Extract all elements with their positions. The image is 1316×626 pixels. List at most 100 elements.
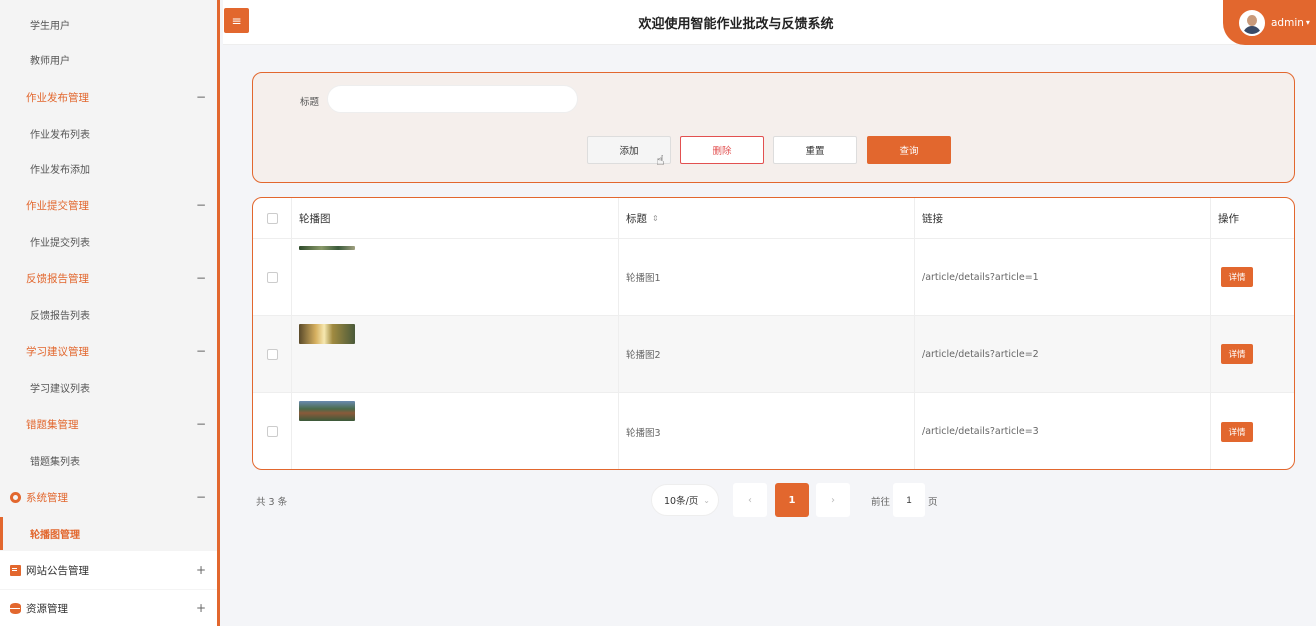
sidebar-item-label: 反馈报告列表	[30, 310, 90, 322]
sidebar-group-assignment-submit[interactable]: 作业提交管理 −	[0, 194, 217, 216]
sidebar-group-label: 作业提交管理	[26, 199, 89, 212]
prev-page-button[interactable]: ‹	[733, 483, 767, 517]
sidebar-group-label: 网站公告管理	[26, 564, 89, 577]
sidebar-item-label: 教师用户	[30, 55, 70, 67]
sidebar-group-system[interactable]: 系统管理 −	[0, 486, 217, 508]
action-cell: 详情	[1211, 393, 1294, 469]
goto-unit: 页	[928, 497, 938, 508]
sidebar-group-feedback-report[interactable]: 反馈报告管理 −	[0, 267, 217, 289]
grid-icon	[10, 92, 21, 103]
avatar	[1239, 9, 1265, 36]
gear-icon	[10, 491, 21, 503]
column-header-link: 链接	[915, 198, 1211, 238]
goto-label: 前往	[871, 497, 891, 508]
detail-button[interactable]: 详情	[1221, 421, 1253, 442]
sidebar-item-label: 作业发布列表	[30, 129, 90, 141]
active-indicator	[0, 517, 3, 550]
expand-icon: +	[195, 563, 206, 577]
carousel-thumbnail	[299, 246, 355, 250]
title-cell: 轮播图2	[619, 316, 915, 392]
column-header-title[interactable]: 标题 ⇕	[619, 198, 915, 238]
sidebar-item-label: 作业提交列表	[30, 237, 90, 249]
sidebar-group-assignment-publish[interactable]: 作业发布管理 −	[0, 86, 217, 108]
user-menu[interactable]: admin ▾	[1223, 0, 1316, 45]
title-cell: 轮播图3	[619, 393, 915, 469]
row-select-cell	[253, 393, 292, 469]
select-all-cell	[253, 198, 292, 238]
sidebar-group-label: 作业发布管理	[26, 91, 89, 104]
title-label: 标题	[300, 97, 320, 108]
goto-page-input[interactable]	[893, 483, 925, 517]
image-cell	[292, 316, 619, 392]
title-cell: 轮播图1	[619, 239, 915, 315]
row-checkbox[interactable]	[266, 271, 278, 283]
grid-icon	[10, 200, 21, 211]
sidebar-group-label: 错题集管理	[26, 418, 79, 431]
column-header-action: 操作	[1218, 212, 1239, 225]
sort-icon[interactable]: ⇕	[652, 214, 659, 223]
database-icon	[10, 602, 21, 614]
grid-icon	[10, 419, 21, 430]
table-row: 轮播图1 /article/details?article=1 详情	[253, 239, 1294, 316]
sidebar-item-assignment-publish-add[interactable]: 作业发布添加	[0, 157, 217, 179]
sidebar-item-assignment-publish-list[interactable]: 作业发布列表	[0, 122, 217, 144]
query-button[interactable]: 查询	[867, 136, 951, 164]
sidebar-item-teacher-users[interactable]: 教师用户	[0, 48, 217, 70]
grid-icon	[10, 273, 21, 284]
link-cell: /article/details?article=1	[915, 239, 1211, 315]
expand-icon: +	[195, 601, 206, 615]
sidebar-item-study-advice-list[interactable]: 学习建议列表	[0, 376, 217, 398]
column-header-image: 轮播图	[292, 198, 619, 238]
sidebar-item-carousel[interactable]: 轮播图管理	[0, 517, 217, 550]
row-checkbox[interactable]	[266, 426, 278, 437]
detail-button[interactable]: 详情	[1221, 267, 1253, 287]
sidebar: 学生用户 教师用户 作业发布管理 − 作业发布列表 作业发布添加 作业提交管理 …	[0, 0, 220, 626]
collapse-icon: −	[195, 271, 206, 285]
image-cell	[292, 239, 619, 315]
page-size-value: 10条/页	[664, 496, 699, 507]
sidebar-group-study-advice[interactable]: 学习建议管理 −	[0, 340, 217, 362]
sidebar-item-student-users[interactable]: 学生用户	[0, 13, 217, 35]
sidebar-item-label: 学习建议列表	[30, 383, 90, 395]
collapse-icon: −	[195, 490, 206, 504]
username: admin	[1271, 16, 1304, 29]
column-header-label: 标题	[626, 212, 647, 225]
total-count: 共 3 条	[256, 497, 288, 508]
sidebar-item-label: 错题集列表	[30, 456, 80, 468]
reset-button[interactable]: 重置	[773, 136, 857, 164]
sidebar-group-mistake-book[interactable]: 错题集管理 −	[0, 413, 217, 435]
title-search-input[interactable]	[327, 85, 578, 113]
collapse-icon: −	[195, 90, 206, 104]
next-page-button[interactable]: ›	[816, 483, 850, 517]
action-cell: 详情	[1211, 316, 1294, 392]
page-number-current[interactable]: 1	[775, 483, 809, 517]
link-cell: /article/details?article=3	[915, 393, 1211, 469]
sidebar-group-label: 资源管理	[26, 602, 68, 615]
sidebar-item-mistake-book-list[interactable]: 错题集列表	[0, 449, 217, 471]
image-cell	[292, 393, 619, 469]
action-cell: 详情	[1211, 239, 1294, 315]
sidebar-group-resources[interactable]: 资源管理 +	[0, 590, 217, 626]
search-panel: 标题 添加 删除 重置 查询 ☝	[252, 72, 1295, 183]
row-select-cell	[253, 316, 292, 392]
carousel-thumbnail	[299, 324, 355, 344]
select-all-checkbox[interactable]	[266, 212, 278, 224]
sidebar-item-label: 作业发布添加	[30, 164, 90, 176]
sidebar-item-assignment-submit-list[interactable]: 作业提交列表	[0, 230, 217, 252]
page-size-select[interactable]: 10条/页 ⌄	[651, 484, 719, 516]
document-icon	[10, 564, 21, 576]
header: ≡ 欢迎使用智能作业批改与反馈系统 admin ▾	[223, 0, 1316, 45]
collapse-icon: −	[195, 198, 206, 212]
table-row: 轮播图3 /article/details?article=3 详情	[253, 393, 1294, 469]
sidebar-item-feedback-report-list[interactable]: 反馈报告列表	[0, 303, 217, 325]
grid-icon	[10, 346, 21, 357]
collapse-icon: −	[195, 344, 206, 358]
row-checkbox[interactable]	[266, 348, 278, 360]
collapse-icon: −	[195, 417, 206, 431]
sidebar-group-label: 反馈报告管理	[26, 272, 89, 285]
delete-button[interactable]: 删除	[680, 136, 764, 164]
sidebar-group-announcement[interactable]: 网站公告管理 +	[0, 551, 217, 589]
detail-button[interactable]: 详情	[1221, 344, 1253, 364]
table-header: 轮播图 标题 ⇕ 链接 操作	[253, 198, 1294, 239]
hand-cursor-icon: ☝	[656, 153, 665, 169]
